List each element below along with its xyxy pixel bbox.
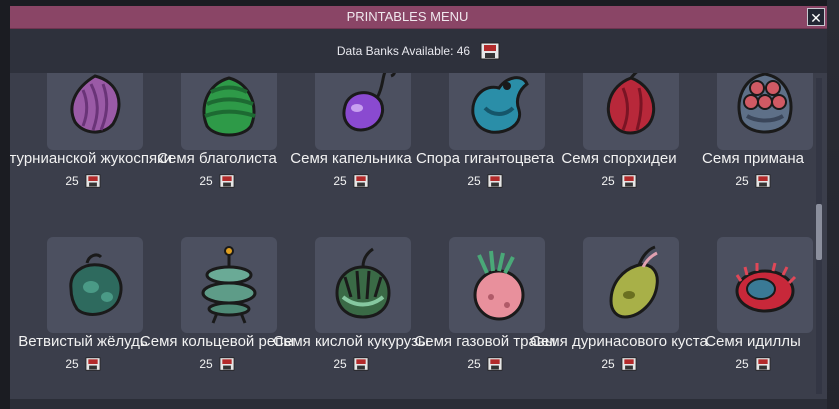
- cost-value: 25: [467, 174, 481, 188]
- close-button[interactable]: ✕: [807, 8, 825, 26]
- printables-grid: сатурнианской жукоспяки 25 Семя благолис…: [10, 73, 827, 399]
- cost-value: 25: [199, 174, 213, 188]
- window-title: PRINTABLES MENU: [346, 9, 469, 24]
- ring-turnip-seed-icon: [181, 237, 277, 333]
- cost-value: 25: [601, 174, 615, 188]
- scrollbar-thumb[interactable]: [816, 204, 822, 260]
- item-cost: 25: [284, 171, 418, 191]
- title-bar: PRINTABLES MENU ✕: [10, 6, 827, 29]
- data-banks-available-text: Data Banks Available: 46: [336, 44, 471, 58]
- cost-value: 25: [467, 357, 481, 371]
- sporechid-seed-icon: [583, 73, 679, 150]
- header-bar: Data Banks Available: 46: [10, 29, 827, 73]
- databank-icon: [85, 357, 101, 371]
- cost-value: 25: [65, 357, 79, 371]
- cost-value: 25: [735, 174, 749, 188]
- lure-seed-icon: [717, 73, 813, 150]
- item-cost: 25: [150, 354, 284, 374]
- databank-icon: [755, 174, 771, 188]
- item-cost: 25: [552, 354, 686, 374]
- item-cost: 25: [552, 171, 686, 191]
- databank-icon: [353, 357, 369, 371]
- balm-lily-seed-icon: [181, 73, 277, 150]
- cost-value: 25: [601, 357, 615, 371]
- databank-icon: [621, 174, 637, 188]
- item-cost: 25: [418, 171, 552, 191]
- item-cost: 25: [16, 354, 150, 374]
- sour-corn-seed-icon: [315, 237, 411, 333]
- databank-icon: [219, 174, 235, 188]
- cost-value: 25: [199, 357, 213, 371]
- giant-spore-icon: [449, 73, 545, 150]
- databank-icon: [487, 357, 503, 371]
- databank-icon: [755, 357, 771, 371]
- printable-item[interactable]: Семя идиллы 25: [686, 237, 820, 371]
- databank-icon: [85, 174, 101, 188]
- printable-item[interactable]: Семя примана 25: [686, 73, 820, 188]
- durian-bush-seed-icon: [583, 237, 679, 333]
- item-label: Семя примана: [702, 150, 804, 167]
- gas-grass-seed-icon: [449, 237, 545, 333]
- databank-icon: [480, 42, 500, 60]
- item-label: Семя идиллы: [705, 333, 801, 350]
- printable-item[interactable]: Семя капельника 25: [284, 73, 418, 188]
- printable-item[interactable]: Спора гигантоцвета 25: [416, 73, 554, 191]
- item-cost: 25: [284, 354, 418, 374]
- background-edge: [827, 0, 839, 409]
- footer-bar: [10, 399, 827, 409]
- item-cost: 25: [686, 171, 820, 191]
- databank-icon: [621, 357, 637, 371]
- cost-value: 25: [65, 174, 79, 188]
- cost-value: 25: [735, 357, 749, 371]
- printable-item[interactable]: Семя спорхидеи 25: [552, 73, 686, 188]
- cost-value: 25: [333, 174, 347, 188]
- branch-acorn-icon: [47, 237, 143, 333]
- item-cost: 25: [686, 354, 820, 374]
- databank-icon: [487, 174, 503, 188]
- databank-icon: [353, 174, 369, 188]
- databank-icon: [219, 357, 235, 371]
- item-cost: 25: [150, 171, 284, 191]
- printable-item[interactable]: Семя благолиста 25: [150, 73, 284, 188]
- saturnian-seed-icon: [47, 73, 143, 150]
- printables-window: PRINTABLES MENU ✕ Data Banks Available: …: [10, 6, 827, 409]
- item-cost: 25: [16, 171, 150, 191]
- drip-seed-icon: [315, 73, 411, 150]
- idyll-seed-icon: [717, 237, 813, 333]
- cost-value: 25: [333, 357, 347, 371]
- printable-item[interactable]: сатурнианской жукоспяки 25: [10, 73, 172, 191]
- item-cost: 25: [418, 354, 552, 374]
